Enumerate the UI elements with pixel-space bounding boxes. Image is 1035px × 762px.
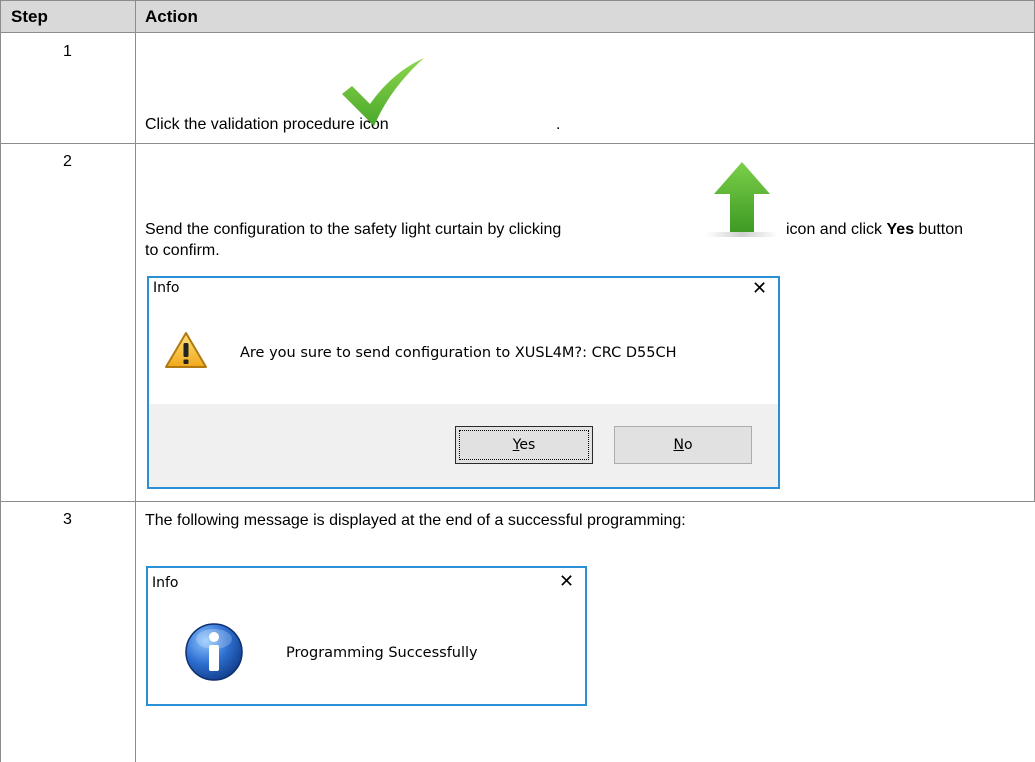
header-action: Action bbox=[135, 0, 1035, 33]
row2-text-b: icon and click Yes button bbox=[786, 220, 963, 240]
row2-text-b-plain: icon and click bbox=[786, 221, 883, 238]
checkmark-icon bbox=[342, 58, 424, 126]
header-step: Step bbox=[0, 0, 135, 33]
no-button-accel: N bbox=[673, 437, 684, 453]
confirm-dialog-message: Are you sure to send configuration to XU… bbox=[240, 345, 677, 361]
procedure-table: Step Action 1 Click the validation proce… bbox=[0, 0, 1035, 762]
confirm-dialog-title: Info bbox=[153, 280, 180, 296]
row2-text-d: to confirm. bbox=[145, 242, 220, 259]
row1-period: . bbox=[556, 116, 561, 133]
row2-yes-bold: Yes bbox=[886, 221, 915, 238]
info-dialog: Info ✕ Programming Successfully bbox=[146, 566, 587, 706]
row2-text-a: Send the configuration to the safety lig… bbox=[145, 221, 562, 238]
info-icon bbox=[185, 623, 243, 681]
yes-button-label: es bbox=[519, 437, 536, 453]
warning-icon bbox=[165, 332, 207, 368]
confirm-dialog-close-button[interactable]: ✕ bbox=[752, 280, 767, 298]
step-number-2: 2 bbox=[63, 153, 72, 170]
info-dialog-close-button[interactable]: ✕ bbox=[559, 573, 574, 591]
step-number-3: 3 bbox=[63, 511, 72, 528]
upload-arrow-icon bbox=[706, 162, 778, 237]
row-divider-1 bbox=[0, 143, 1035, 144]
row-divider-2 bbox=[0, 501, 1035, 502]
yes-button[interactable]: Yes bbox=[455, 426, 593, 464]
no-button[interactable]: No bbox=[614, 426, 752, 464]
row2-text-c: button bbox=[918, 221, 964, 238]
no-button-label: o bbox=[683, 437, 693, 453]
row3-text: The following message is displayed at th… bbox=[145, 512, 686, 529]
confirm-dialog-footer: Yes No bbox=[149, 404, 778, 487]
step-number-1: 1 bbox=[63, 43, 72, 60]
confirm-dialog: Info ✕ Are you sure to send configuratio… bbox=[147, 276, 780, 489]
info-dialog-message: Programming Successfully bbox=[286, 645, 478, 661]
info-dialog-title: Info bbox=[152, 575, 179, 591]
